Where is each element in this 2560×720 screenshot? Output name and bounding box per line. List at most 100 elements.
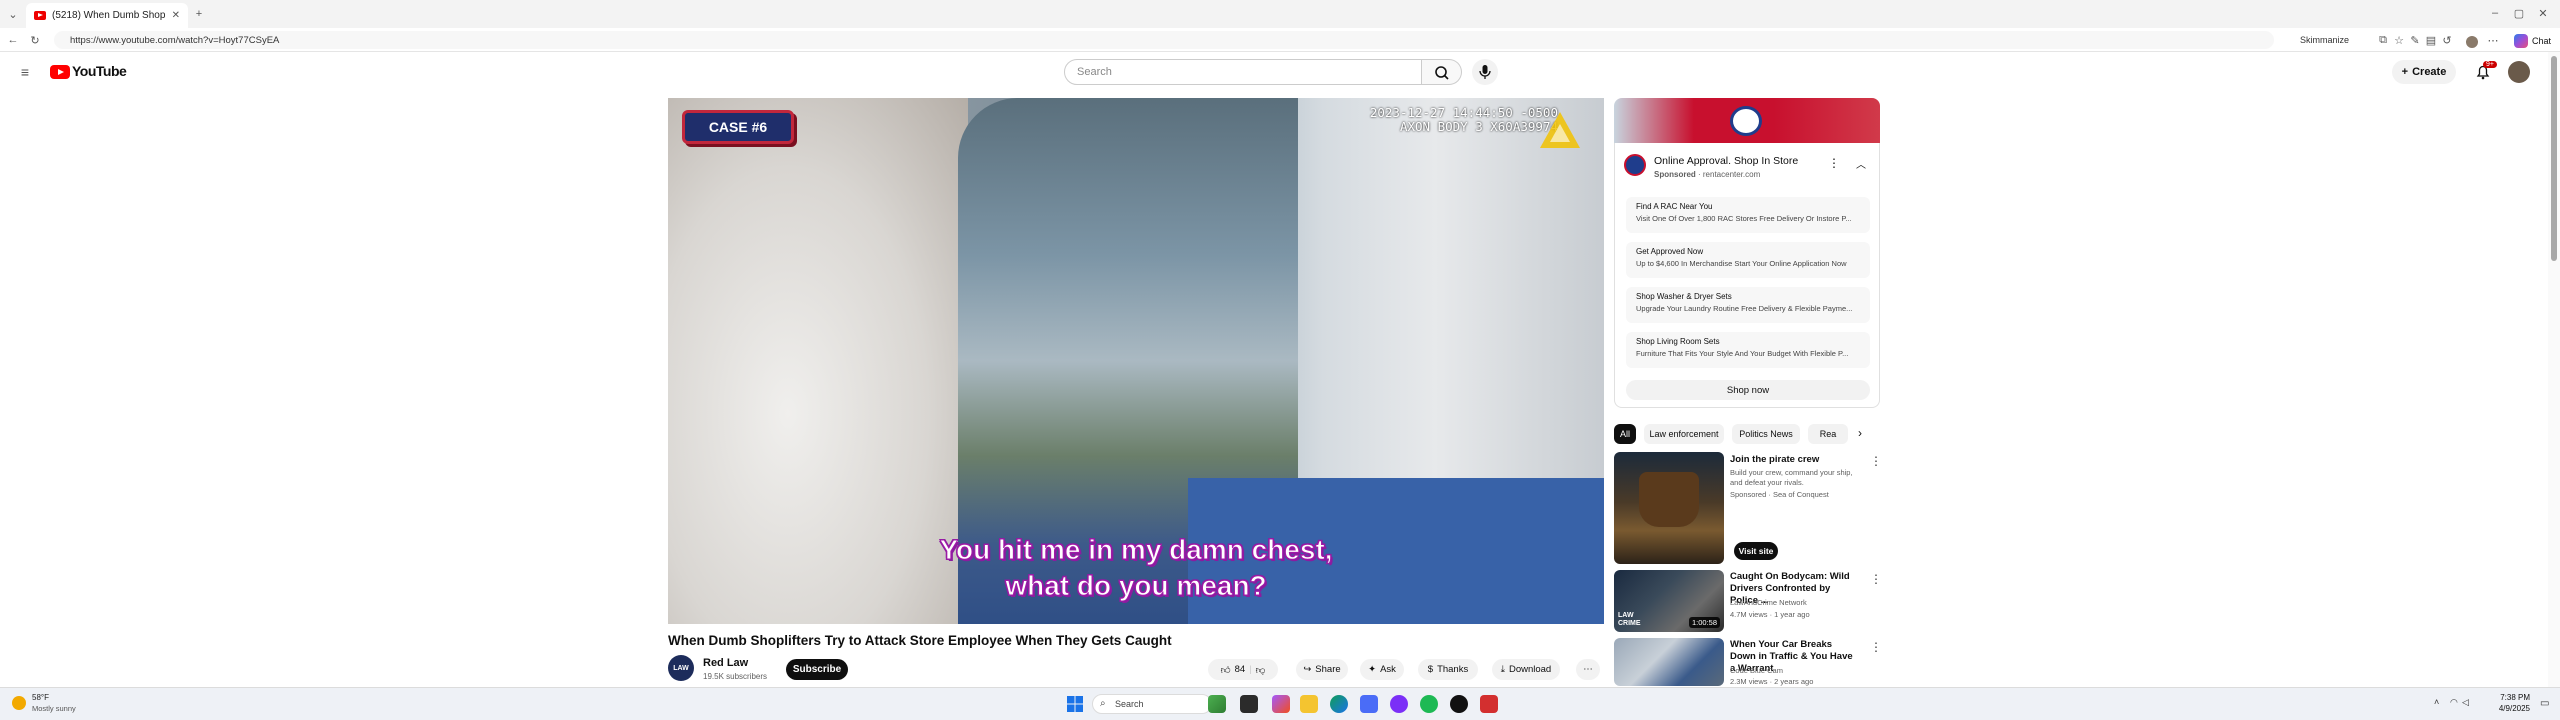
rec-thumbnail-3[interactable] <box>1614 638 1724 686</box>
chip-rea[interactable]: Rea <box>1808 424 1848 444</box>
browser-profile-avatar[interactable] <box>2466 36 2478 48</box>
ship-illustration <box>1639 472 1699 527</box>
volume-icon[interactable]: ◁ <box>2462 697 2469 708</box>
rec-options-icon[interactable]: ⋮ <box>1870 454 1882 468</box>
ad-collapse-icon[interactable]: ︿ <box>1856 156 1866 171</box>
download-button[interactable]: ⤓ Download <box>1492 659 1560 680</box>
chip-all[interactable]: All <box>1614 424 1636 444</box>
rec-thumbnail-1[interactable] <box>1614 452 1724 564</box>
account-avatar[interactable] <box>2508 61 2530 83</box>
subscribe-button[interactable]: Subscribe <box>786 659 848 680</box>
taskbar-app-terminal-icon[interactable] <box>1240 695 1258 713</box>
ad-link-1[interactable]: Find A RAC Near You Visit One Of Over 1,… <box>1626 197 1870 233</box>
thumbs-down-icon[interactable]: 👎︎ <box>1256 664 1266 676</box>
rec-title-1[interactable]: Join the pirate crew <box>1730 454 1858 466</box>
ad-link-4[interactable]: Shop Living Room Sets Furniture That Fit… <box>1626 332 1870 368</box>
more-actions-button[interactable]: ⋯ <box>1576 659 1600 680</box>
thanks-button[interactable]: $ Thanks <box>1418 659 1478 680</box>
ad-title[interactable]: Online Approval. Shop In Store <box>1654 155 1798 167</box>
like-button[interactable]: 👍︎ 84 <box>1221 664 1246 676</box>
scrollbar-thumb[interactable] <box>2551 56 2557 261</box>
url-text: https://www.youtube.com/watch?v=Hoyt77CS… <box>70 34 280 46</box>
chip-law-enforcement[interactable]: Law enforcement <box>1644 424 1724 444</box>
visit-site-button[interactable]: Visit site <box>1734 542 1778 560</box>
rec-channel-2[interactable]: LawAndCrime Network <box>1730 598 1860 608</box>
thanks-label: Thanks <box>1437 664 1469 675</box>
channel-name[interactable]: Red Law <box>703 657 748 669</box>
close-window-icon[interactable]: ✕ <box>2536 6 2550 20</box>
taskbar-app-discord-icon[interactable] <box>1390 695 1408 713</box>
ad-options-icon[interactable]: ⋮ <box>1828 156 1840 170</box>
ad-link-title: Get Approved Now <box>1636 247 1704 256</box>
chevron-right-icon[interactable]: › <box>1858 426 1862 440</box>
taskbar-search-label: Search <box>1115 699 1144 709</box>
rec-options-icon[interactable]: ⋮ <box>1870 640 1882 654</box>
split-screen-icon[interactable]: ⧉ <box>2376 33 2390 47</box>
menu-icon[interactable]: ≡ <box>18 64 32 80</box>
like-dislike-group: 👍︎ 84 | 👎︎ <box>1208 659 1278 680</box>
weather-description: Mostly sunny <box>32 704 76 713</box>
share-label: Share <box>1315 664 1341 675</box>
ad-link-3[interactable]: Shop Washer & Dryer Sets Upgrade Your La… <box>1626 287 1870 323</box>
favorite-star-icon[interactable]: ☆ <box>2392 33 2406 47</box>
download-label: Download <box>1508 664 1552 675</box>
share-button[interactable]: ↪ Share <box>1296 659 1348 680</box>
refresh-icon[interactable]: ↻ <box>28 33 42 47</box>
ad-link-2[interactable]: Get Approved Now Up to $4,600 In Merchan… <box>1626 242 1870 278</box>
new-tab-icon[interactable]: + <box>192 7 206 21</box>
weather-temperature[interactable]: 58°F <box>32 693 49 702</box>
create-button[interactable]: + Create <box>2392 60 2456 84</box>
extensions-icon[interactable]: ✎ <box>2408 33 2422 47</box>
ask-button[interactable]: ✦ Ask <box>1360 659 1404 680</box>
advertiser-logo[interactable] <box>1624 154 1646 176</box>
copilot-icon[interactable] <box>2514 34 2528 48</box>
video-player[interactable]: CASE #6 2023-12-27 14:44:50 -0500 AXON B… <box>668 98 1604 624</box>
address-bar[interactable]: https://www.youtube.com/watch?v=Hoyt77CS… <box>54 31 2274 49</box>
youtube-logo-icon[interactable] <box>50 65 70 79</box>
rec-options-icon[interactable]: ⋮ <box>1870 572 1882 586</box>
search-input[interactable]: Search <box>1064 59 1422 85</box>
wifi-icon[interactable]: ◠ <box>2450 697 2458 708</box>
taskbar-app-spotify-icon[interactable] <box>1420 695 1438 713</box>
notifications-button[interactable]: 9+ <box>2474 61 2497 86</box>
minimize-icon[interactable]: – <box>2488 6 2502 20</box>
tab-actions-icon[interactable]: ⌄ <box>6 7 20 21</box>
ad-link-desc: Upgrade Your Laundry Routine Free Delive… <box>1636 304 1853 313</box>
close-tab-icon[interactable]: ✕ <box>172 10 180 21</box>
back-icon[interactable]: ← <box>6 33 20 47</box>
youtube-logo-text[interactable]: YouTube <box>72 63 127 79</box>
taskbar-app-github-icon[interactable] <box>1450 695 1468 713</box>
taskbar-app-store-icon[interactable] <box>1360 695 1378 713</box>
rec-thumbnail-2[interactable]: LAW CRIME 1:00:58 <box>1614 570 1724 632</box>
browser-menu-icon[interactable]: ⋯ <box>2486 33 2500 47</box>
search-icon <box>1435 66 1449 80</box>
copilot-label[interactable]: Chat <box>2532 36 2551 46</box>
taskbar-app-design-icon[interactable] <box>1272 695 1290 713</box>
notification-center-icon[interactable]: ▭ <box>2540 698 2549 709</box>
windows-logo-icon <box>1067 696 1083 712</box>
taskbar-app-edge-icon[interactable] <box>1330 695 1348 713</box>
create-label: Create <box>2412 66 2447 78</box>
browser-tab-bar <box>0 0 2560 28</box>
taskbar-search[interactable]: ⌕ Search <box>1092 694 1212 714</box>
start-icon[interactable] <box>1066 695 1084 713</box>
collections-icon[interactable]: ▤ <box>2424 33 2438 47</box>
clock-time[interactable]: 7:38 PM <box>2470 693 2530 702</box>
rec-channel-3[interactable]: Code Blue Cam <box>1730 666 1860 676</box>
chip-politics-news[interactable]: Politics News <box>1732 424 1800 444</box>
browser-tab[interactable]: (5218) When Dumb Shoplifter ✕ <box>26 3 188 28</box>
shop-now-button[interactable]: Shop now <box>1626 380 1870 400</box>
share-icon: ↪ <box>1303 664 1312 675</box>
channel-avatar[interactable]: LAW <box>668 655 694 681</box>
maximize-icon[interactable]: ▢ <box>2512 6 2526 20</box>
taskbar-app-chart-icon[interactable] <box>1208 695 1226 713</box>
taskbar-app-folder-icon[interactable] <box>1300 695 1318 713</box>
clock-date[interactable]: 4/9/2025 <box>2470 704 2530 713</box>
history-icon[interactable]: ↺ <box>2440 33 2454 47</box>
profile-label[interactable]: Skimmanize <box>2300 35 2349 45</box>
weather-sun-icon[interactable] <box>12 696 26 710</box>
search-button[interactable] <box>1422 59 1462 85</box>
voice-search-button[interactable] <box>1472 59 1498 85</box>
tray-chevron-icon[interactable]: ˄ <box>2434 697 2439 707</box>
taskbar-app-red-icon[interactable] <box>1480 695 1498 713</box>
